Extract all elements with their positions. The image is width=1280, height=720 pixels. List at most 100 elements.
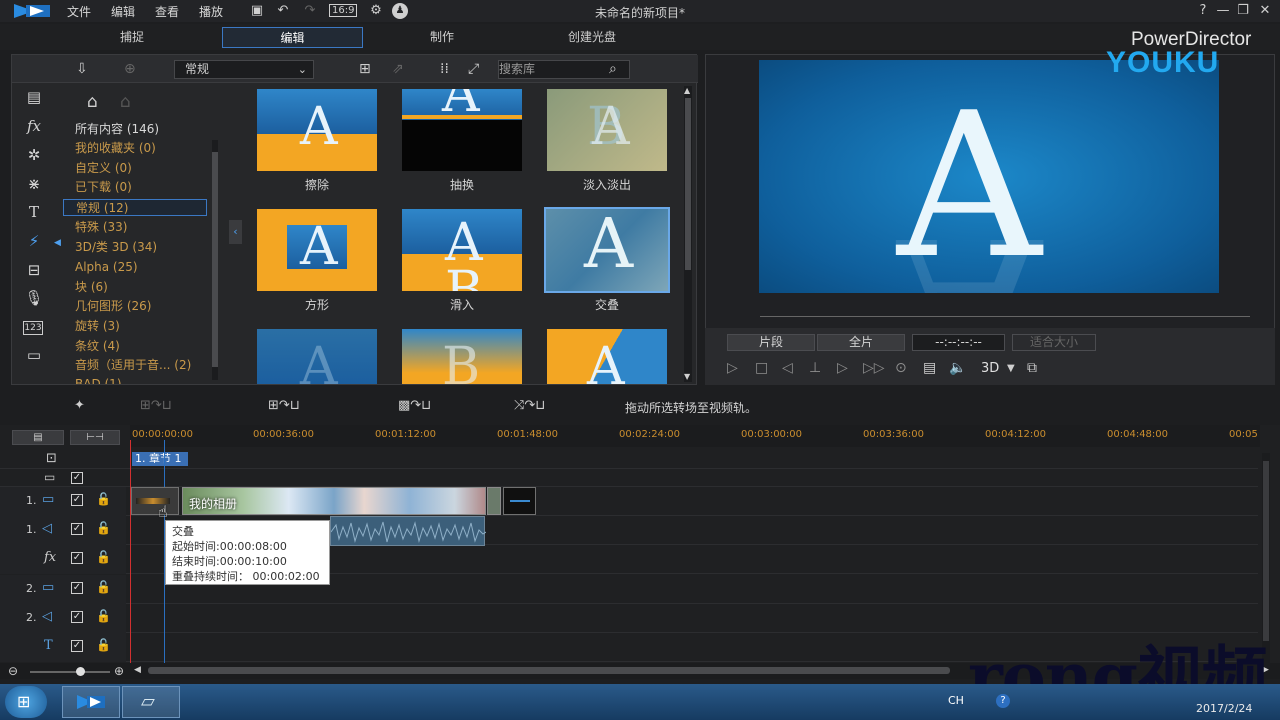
add-tag-icon-large[interactable]: ⌂	[87, 92, 98, 112]
zoom-slider[interactable]	[30, 667, 110, 676]
apply-prefix-icon[interactable]: ⊞↷⊔	[140, 398, 172, 413]
timeline-ruler[interactable]: 00:00:00:00 00:00:36:00 00:01:12:00 00:0…	[130, 425, 1260, 447]
fast-forward-icon[interactable]: ▷▷	[863, 360, 885, 376]
transition-thumb-row3-2[interactable]: B	[402, 329, 522, 384]
transition-thumb-swap[interactable]: A	[402, 89, 522, 171]
category-stripe[interactable]: 条纹 (4)	[63, 338, 207, 355]
category-favorites[interactable]: 我的收藏夹 (0)	[63, 140, 207, 157]
video-clip-album[interactable]: 我的相册	[182, 487, 486, 515]
help-tray-icon[interactable]: ?	[996, 694, 1010, 708]
track-enable-checkbox[interactable]: ✓	[71, 552, 83, 564]
lock-icon[interactable]: 🔓	[96, 550, 111, 564]
category-alpha[interactable]: Alpha (25)	[63, 259, 207, 276]
zoom-slider-handle[interactable]	[76, 667, 85, 676]
preview-scrubber[interactable]	[760, 316, 1250, 317]
add-tag-icon[interactable]: ⊞	[359, 61, 371, 77]
playhead[interactable]	[130, 440, 131, 665]
lock-icon[interactable]: 🔓	[96, 638, 111, 652]
minimize-button[interactable]: —	[1214, 3, 1232, 18]
magic-wand-icon[interactable]: ✦	[74, 398, 85, 413]
stop-icon[interactable]: □	[755, 360, 768, 376]
category-downloaded[interactable]: 已下载 (0)	[63, 179, 207, 196]
audio-clip[interactable]	[330, 516, 487, 546]
fit-timeline-button[interactable]: ⊢⊣	[70, 430, 120, 445]
close-button[interactable]: ✕	[1256, 3, 1274, 18]
chevron-down-icon[interactable]: ▼	[1007, 363, 1015, 374]
category-audio[interactable]: 音频（适用于音... (2)	[63, 357, 207, 374]
taskbar-notepad[interactable]: ▱	[122, 686, 180, 718]
next-frame-icon[interactable]: ▷	[837, 360, 848, 376]
category-rotate[interactable]: 旋转 (3)	[63, 318, 207, 335]
share-icon[interactable]: ⇗	[392, 61, 404, 77]
category-geometric[interactable]: 几何图形 (26)	[63, 298, 207, 315]
fit-size-select[interactable]: 适合大小	[1012, 334, 1096, 351]
timecode-display[interactable]: --:--:--:--	[912, 334, 1005, 351]
maximize-button[interactable]: ❐	[1234, 3, 1252, 18]
tab-edit[interactable]: 编辑	[222, 27, 363, 48]
volume-icon[interactable]: 🔈	[949, 360, 966, 376]
lock-icon[interactable]: 🔓	[96, 521, 111, 535]
transition-thumb-wipe[interactable]: A	[257, 89, 377, 171]
snapshot-icon[interactable]: ⊙	[895, 360, 907, 376]
transition-thumb-overlap[interactable]: A	[544, 207, 670, 293]
menu-file[interactable]: 文件	[67, 3, 91, 20]
track-enable-checkbox[interactable]: ✓	[71, 582, 83, 594]
taskbar-powerdirector[interactable]	[62, 686, 120, 718]
apply-all-icon[interactable]: ▩↷⊔	[398, 398, 431, 413]
transition-thumb-square[interactable]: A	[257, 209, 377, 291]
movie-mode-button[interactable]: 全片	[817, 334, 905, 351]
subtitle-toggle-icon[interactable]: ▤	[923, 360, 936, 376]
category-3d[interactable]: 3D/类 3D (34)	[63, 239, 207, 256]
grid-view-icon[interactable]: ⁞⁞	[440, 61, 449, 77]
pip-room-icon[interactable]: ✲	[23, 146, 45, 166]
search-icon[interactable]: ⌕	[609, 61, 617, 77]
collapse-panel-arrow[interactable]: ‹	[229, 220, 242, 244]
subtitle-room-icon[interactable]: ▭	[23, 346, 45, 366]
audio-mixing-icon[interactable]: ⊟	[23, 261, 45, 281]
lock-icon[interactable]: 🔓	[96, 580, 111, 594]
track-enable-checkbox[interactable]: ✓	[71, 494, 83, 506]
category-select[interactable]: 常规 ⌄	[174, 60, 314, 79]
random-apply-icon[interactable]: ⤨↷⊔	[514, 398, 545, 413]
title-room-icon[interactable]: T	[23, 203, 45, 223]
transition-thumb-slide[interactable]: A B	[402, 209, 522, 291]
transition-room-icon[interactable]: ⚡	[23, 232, 45, 252]
expand-icon[interactable]: ⤢	[468, 61, 479, 77]
preview-screen[interactable]: A A	[759, 60, 1219, 293]
menu-edit[interactable]: 编辑	[111, 3, 135, 20]
chapter-room-icon[interactable]: 123	[23, 321, 43, 335]
timeline-vscroll-thumb[interactable]	[1263, 461, 1269, 641]
lock-icon[interactable]: 🔓	[96, 492, 111, 506]
track-enable-checkbox[interactable]: ✓	[71, 523, 83, 535]
track-manager-button[interactable]: ▤	[12, 430, 64, 445]
external-display-icon[interactable]: ⧉	[1027, 360, 1037, 376]
lock-icon[interactable]: 🔓	[96, 609, 111, 623]
split-icon[interactable]: ⊥	[809, 360, 821, 376]
zoom-in-icon[interactable]: ⊕	[114, 664, 124, 678]
zoom-out-icon[interactable]: ⊖	[8, 664, 18, 678]
tab-create-disc[interactable]: 创建光盘	[520, 27, 664, 48]
category-custom[interactable]: 自定义 (0)	[63, 160, 207, 177]
category-bad[interactable]: BAD (1)	[63, 376, 207, 384]
menu-play[interactable]: 播放	[199, 3, 223, 20]
input-language-indicator[interactable]: CH	[948, 694, 964, 707]
scroll-up-arrow[interactable]: ▲	[684, 86, 690, 95]
timeline-hscroll-thumb[interactable]	[148, 667, 950, 674]
scroll-left-arrow[interactable]: ◀	[134, 665, 141, 675]
voiceover-mic-icon[interactable]: 🎙	[23, 289, 45, 309]
library-scrollbar[interactable]: ▲ ▼	[684, 86, 692, 382]
3d-mode-select[interactable]: 3D	[981, 361, 999, 376]
save-icon[interactable]: ▣	[249, 3, 265, 19]
transition-thumb-row3-1[interactable]: A	[257, 329, 377, 384]
category-scroll-thumb[interactable]	[212, 152, 218, 367]
apply-postfix-icon[interactable]: ⊞↷⊔	[268, 398, 300, 413]
clip-mode-button[interactable]: 片段	[727, 334, 815, 351]
particle-room-icon[interactable]: ⋇	[23, 175, 45, 195]
library-scroll-thumb[interactable]	[685, 98, 691, 270]
fx-room-icon[interactable]: fx	[23, 117, 45, 137]
settings-gear-icon[interactable]: ⚙	[368, 3, 384, 19]
account-icon[interactable]: ♟	[392, 3, 408, 19]
track-enable-checkbox[interactable]: ✓	[71, 640, 83, 652]
transition-thumb-row3-3[interactable]: A	[547, 329, 667, 384]
video-clip-outro[interactable]	[503, 487, 536, 515]
